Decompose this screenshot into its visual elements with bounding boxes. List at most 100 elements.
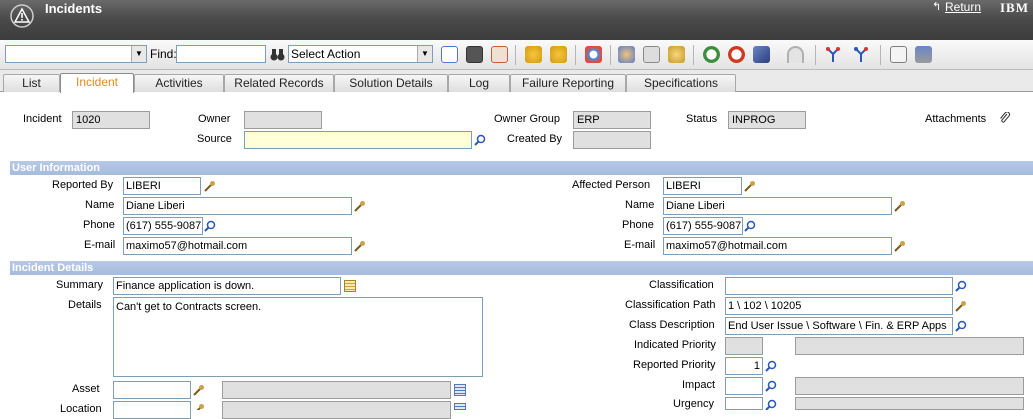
detail-menu-icon[interactable] [193, 403, 205, 410]
tab-incident[interactable]: Incident [60, 73, 134, 93]
chevron-down-icon[interactable]: ▼ [417, 46, 432, 62]
tab-solution-details[interactable]: Solution Details [334, 74, 448, 92]
reported-priority-field[interactable]: 1 [725, 357, 763, 375]
affected-email-label: E-mail [624, 239, 656, 251]
class-description-label: Class Description [629, 319, 715, 331]
change-status-icon[interactable] [585, 46, 602, 63]
solution-icon[interactable] [753, 46, 770, 63]
create-ticket-icon[interactable] [668, 46, 685, 63]
return-arrow-icon[interactable]: ↰ [932, 0, 941, 13]
attachments-label: Attachments [925, 113, 987, 125]
gauge-icon[interactable] [787, 46, 804, 63]
long-description-icon[interactable] [454, 403, 466, 410]
owner-group-label: Owner Group [494, 113, 561, 125]
branch-icon[interactable] [825, 46, 842, 63]
timer-icon[interactable] [703, 46, 720, 63]
detail-menu-icon[interactable] [193, 384, 205, 396]
next-record-icon[interactable] [550, 46, 567, 63]
phone-label: Phone [83, 219, 115, 231]
affected-email-field[interactable]: maximo57@hotmail.com [663, 237, 892, 255]
incident-label: Incident [23, 113, 62, 125]
search-icon[interactable] [474, 134, 486, 146]
urgency-field[interactable] [725, 397, 763, 410]
detail-menu-icon[interactable] [894, 200, 906, 212]
reported-priority-label: Reported Priority [633, 359, 716, 371]
email-field[interactable]: maximo57@hotmail.com [123, 237, 352, 255]
toolbar-separator [880, 45, 881, 65]
print-icon[interactable] [915, 46, 932, 63]
detail-menu-icon[interactable] [354, 200, 366, 212]
incident-id-field: 1020 [72, 111, 150, 129]
search-icon[interactable] [204, 220, 216, 232]
search-icon[interactable] [744, 220, 756, 232]
save-icon[interactable] [466, 46, 483, 63]
user-information-header: User Information [10, 161, 1033, 175]
tab-specifications[interactable]: Specifications [626, 74, 736, 92]
find-input[interactable] [176, 45, 266, 63]
view-details-icon[interactable] [643, 46, 660, 63]
document-icon[interactable] [890, 46, 907, 63]
location-label: Location [60, 403, 102, 415]
search-icon[interactable] [765, 380, 777, 392]
detail-menu-icon[interactable] [955, 300, 967, 312]
toolbar-separator [693, 45, 694, 65]
reported-by-field[interactable]: LIBERI [123, 177, 201, 195]
tab-related-records[interactable]: Related Records [224, 74, 334, 92]
app-title: Incidents [45, 1, 103, 16]
indicated-priority-label: Indicated Priority [634, 339, 716, 351]
details-label: Details [68, 299, 102, 311]
find-label: Find: [150, 47, 177, 61]
phone-field[interactable]: (617) 555-9087 [123, 217, 203, 235]
clear-changes-icon[interactable] [491, 46, 508, 63]
urgency-description [795, 397, 1024, 410]
select-action-dropdown[interactable]: Select Action ▼ [288, 45, 433, 63]
tab-list[interactable]: List [3, 74, 60, 92]
classification-field[interactable] [725, 277, 953, 295]
query-select[interactable]: ▼ [5, 45, 147, 63]
status-label: Status [686, 113, 718, 125]
detail-menu-icon[interactable] [354, 240, 366, 252]
tab-activities[interactable]: Activities [134, 74, 224, 92]
asset-label: Asset [72, 383, 100, 395]
related-branch-icon[interactable] [853, 46, 870, 63]
source-field[interactable] [244, 131, 472, 149]
tab-log[interactable]: Log [448, 74, 510, 92]
impact-label: Impact [682, 379, 716, 391]
stop-timer-icon[interactable] [728, 46, 745, 63]
binoculars-icon[interactable] [269, 46, 286, 63]
long-description-icon[interactable] [454, 384, 466, 396]
affected-name-field[interactable]: Diane Liberi [663, 197, 892, 215]
location-description-field [222, 401, 451, 419]
paperclip-icon[interactable] [999, 112, 1011, 124]
search-icon[interactable] [765, 360, 777, 372]
owner-label: Owner [198, 113, 231, 125]
previous-record-icon[interactable] [525, 46, 542, 63]
affected-person-field[interactable]: LIBERI [663, 177, 742, 195]
new-record-icon[interactable] [441, 46, 458, 63]
search-icon[interactable] [765, 399, 777, 410]
location-field[interactable] [113, 401, 191, 419]
details-textarea[interactable]: Can't get to Contracts screen. [113, 297, 483, 377]
search-icon[interactable] [955, 280, 967, 292]
name-field[interactable]: Diane Liberi [123, 197, 352, 215]
asset-field[interactable] [113, 381, 191, 399]
source-label: Source [197, 133, 232, 145]
class-description-field[interactable]: End User Issue \ Software \ Fin. & ERP A… [725, 317, 953, 335]
chevron-down-icon[interactable]: ▼ [131, 46, 146, 62]
detail-menu-icon[interactable] [744, 180, 756, 192]
urgency-label: Urgency [673, 398, 714, 410]
return-link[interactable]: Return [945, 0, 981, 14]
affected-phone-field[interactable]: (617) 555-9087 [663, 217, 743, 235]
toolbar-separator [610, 45, 611, 65]
people-icon[interactable] [618, 46, 635, 63]
classification-path-label: Classification Path [625, 299, 716, 311]
summary-field[interactable]: Finance application is down. [113, 277, 341, 295]
classification-path-field[interactable]: 1 \ 102 \ 10205 [725, 297, 953, 315]
impact-field[interactable] [725, 377, 763, 395]
long-description-icon[interactable] [344, 280, 356, 292]
search-icon[interactable] [955, 320, 967, 332]
detail-menu-icon[interactable] [204, 180, 216, 192]
toolbar-separator [815, 45, 816, 65]
detail-menu-icon[interactable] [894, 240, 906, 252]
tab-failure-reporting[interactable]: Failure Reporting [510, 74, 626, 92]
